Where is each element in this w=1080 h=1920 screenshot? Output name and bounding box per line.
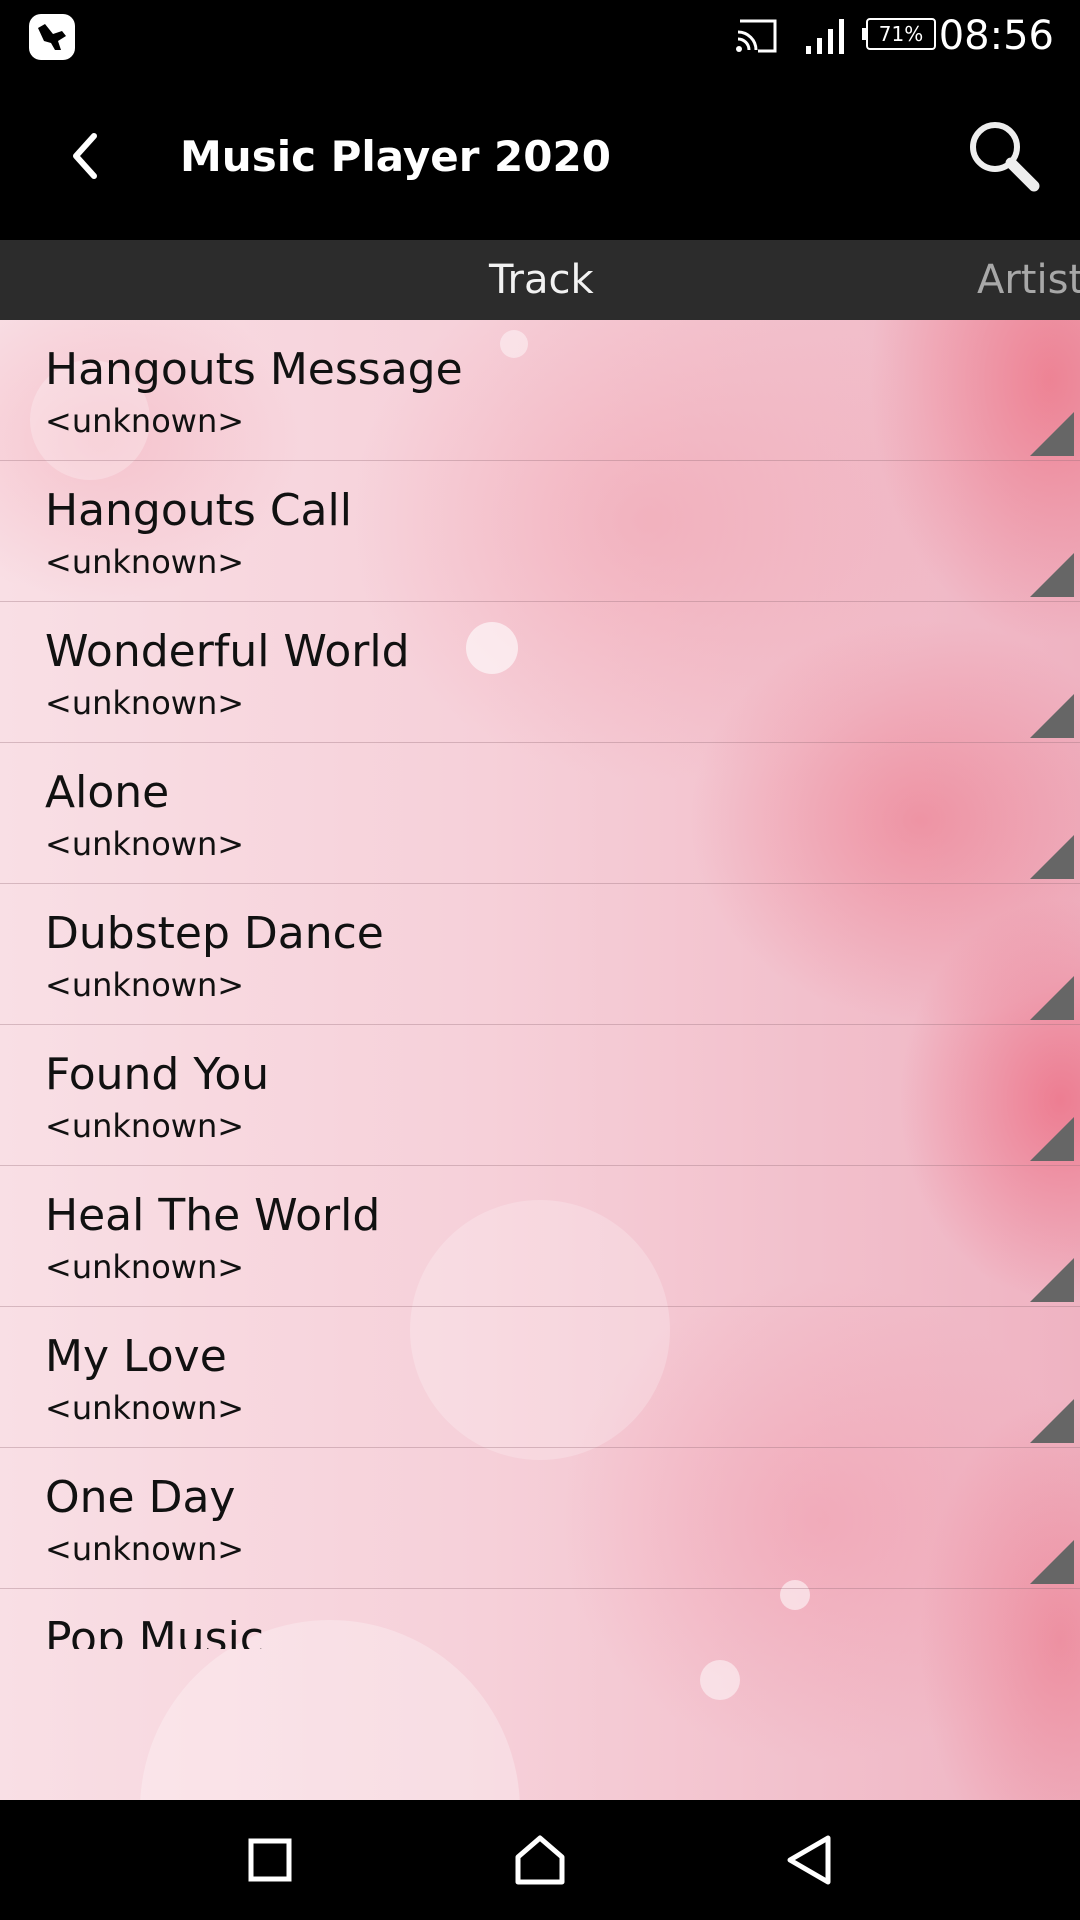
row-menu-icon[interactable] xyxy=(1028,410,1076,458)
track-artist: <unknown> xyxy=(45,684,245,722)
track-title: Alone xyxy=(45,767,170,818)
track-artist: <unknown> xyxy=(45,543,245,581)
track-row[interactable]: Heal The World <unknown> xyxy=(0,1166,1080,1307)
track-title: Hangouts Message xyxy=(45,344,463,395)
battery-indicator: 71% xyxy=(866,18,936,50)
triangle-back-icon xyxy=(787,1835,831,1885)
system-nav-bar xyxy=(0,1800,1080,1920)
recents-button[interactable] xyxy=(236,1826,304,1894)
track-artist: <unknown> xyxy=(45,1389,245,1427)
row-menu-icon[interactable] xyxy=(1028,1256,1076,1304)
system-back-button[interactable] xyxy=(776,1826,844,1894)
status-bar: 71% 08:56 xyxy=(0,0,1080,72)
track-title: My Love xyxy=(45,1331,227,1382)
track-row[interactable]: Alone <unknown> xyxy=(0,743,1080,884)
signal-icon xyxy=(806,19,844,54)
track-list: Hangouts Message <unknown> Hangouts Call… xyxy=(0,320,1080,1649)
track-title: One Day xyxy=(45,1472,236,1523)
back-button[interactable] xyxy=(50,120,122,192)
track-row[interactable]: My Love <unknown> xyxy=(0,1307,1080,1448)
app-title: Music Player 2020 xyxy=(180,132,611,181)
search-icon xyxy=(970,122,1040,192)
row-menu-icon[interactable] xyxy=(1028,692,1076,740)
track-row[interactable]: Dubstep Dance <unknown> xyxy=(0,884,1080,1025)
track-title: Found You xyxy=(45,1049,270,1100)
track-row[interactable]: Hangouts Message <unknown> xyxy=(0,320,1080,461)
track-title: Heal The World xyxy=(45,1190,381,1241)
row-menu-icon[interactable] xyxy=(1028,1115,1076,1163)
track-row-partial[interactable]: Pop Music xyxy=(0,1589,1080,1649)
track-title: Wonderful World xyxy=(45,626,410,677)
bokeh-light xyxy=(700,1660,740,1700)
track-row[interactable]: Found You <unknown> xyxy=(0,1025,1080,1166)
bird-notification-icon xyxy=(29,14,75,60)
tab-bar: Track Artist xyxy=(0,240,1080,320)
track-artist: <unknown> xyxy=(45,966,245,1004)
track-artist: <unknown> xyxy=(45,1248,245,1286)
track-row[interactable]: Hangouts Call <unknown> xyxy=(0,461,1080,602)
row-menu-icon[interactable] xyxy=(1028,1397,1076,1445)
track-row[interactable]: Wonderful World <unknown> xyxy=(0,602,1080,743)
track-list-area[interactable]: Hangouts Message <unknown> Hangouts Call… xyxy=(0,320,1080,1800)
row-menu-icon[interactable] xyxy=(1028,1538,1076,1586)
track-title: Pop Music xyxy=(45,1613,264,1649)
track-artist: <unknown> xyxy=(45,1107,245,1145)
row-menu-icon[interactable] xyxy=(1028,551,1076,599)
cast-icon xyxy=(736,19,777,53)
tab-artist[interactable]: Artist xyxy=(977,240,1080,320)
status-time: 08:56 xyxy=(938,13,1054,59)
chevron-left-icon xyxy=(73,133,97,179)
track-title: Dubstep Dance xyxy=(45,908,384,959)
track-row[interactable]: One Day <unknown> xyxy=(0,1448,1080,1589)
app-bar: Music Player 2020 xyxy=(0,72,1080,240)
search-button[interactable] xyxy=(964,116,1044,196)
tab-track[interactable]: Track xyxy=(489,240,594,320)
track-artist: <unknown> xyxy=(45,402,245,440)
track-artist: <unknown> xyxy=(45,1530,245,1568)
track-artist: <unknown> xyxy=(45,825,245,863)
screen: 71% 08:56 Music Player 2020 Track Artist xyxy=(0,0,1080,1920)
row-menu-icon[interactable] xyxy=(1028,974,1076,1022)
row-menu-icon[interactable] xyxy=(1028,833,1076,881)
home-icon xyxy=(515,1835,565,1885)
home-button[interactable] xyxy=(506,1826,574,1894)
track-title: Hangouts Call xyxy=(45,485,352,536)
square-icon xyxy=(248,1838,292,1882)
